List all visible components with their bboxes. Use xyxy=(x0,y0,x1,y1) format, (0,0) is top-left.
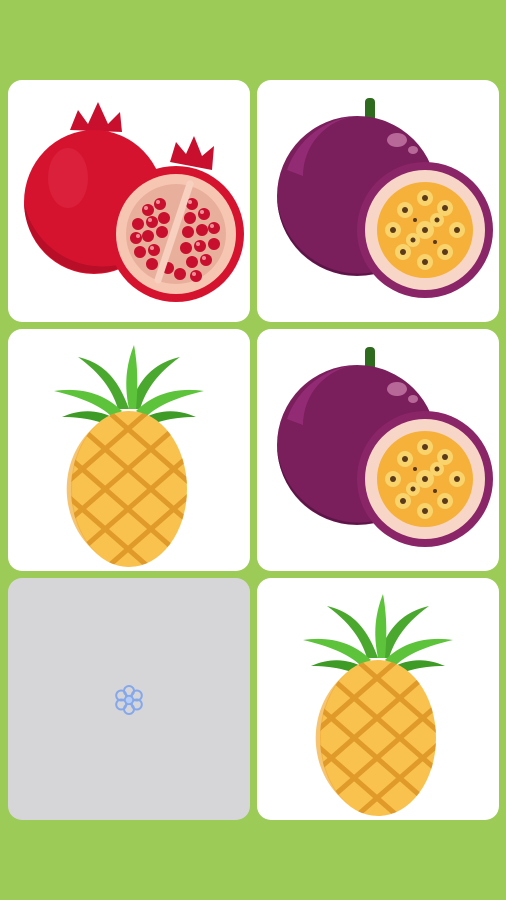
memory-card-passion-fruit[interactable] xyxy=(257,80,499,322)
pineapple-icon xyxy=(257,578,499,820)
passion-fruit-icon xyxy=(257,80,499,322)
flower-icon xyxy=(115,685,143,715)
memory-card-passion-fruit[interactable] xyxy=(257,329,499,571)
pomegranate-icon xyxy=(8,80,250,322)
memory-card-pomegranate[interactable] xyxy=(8,80,250,322)
game-board xyxy=(0,0,506,900)
passion-fruit-icon xyxy=(257,329,499,571)
memory-card-face-down[interactable] xyxy=(8,578,250,820)
memory-card-pineapple[interactable] xyxy=(8,329,250,571)
pineapple-icon xyxy=(8,329,250,571)
memory-card-pineapple[interactable] xyxy=(257,578,499,820)
